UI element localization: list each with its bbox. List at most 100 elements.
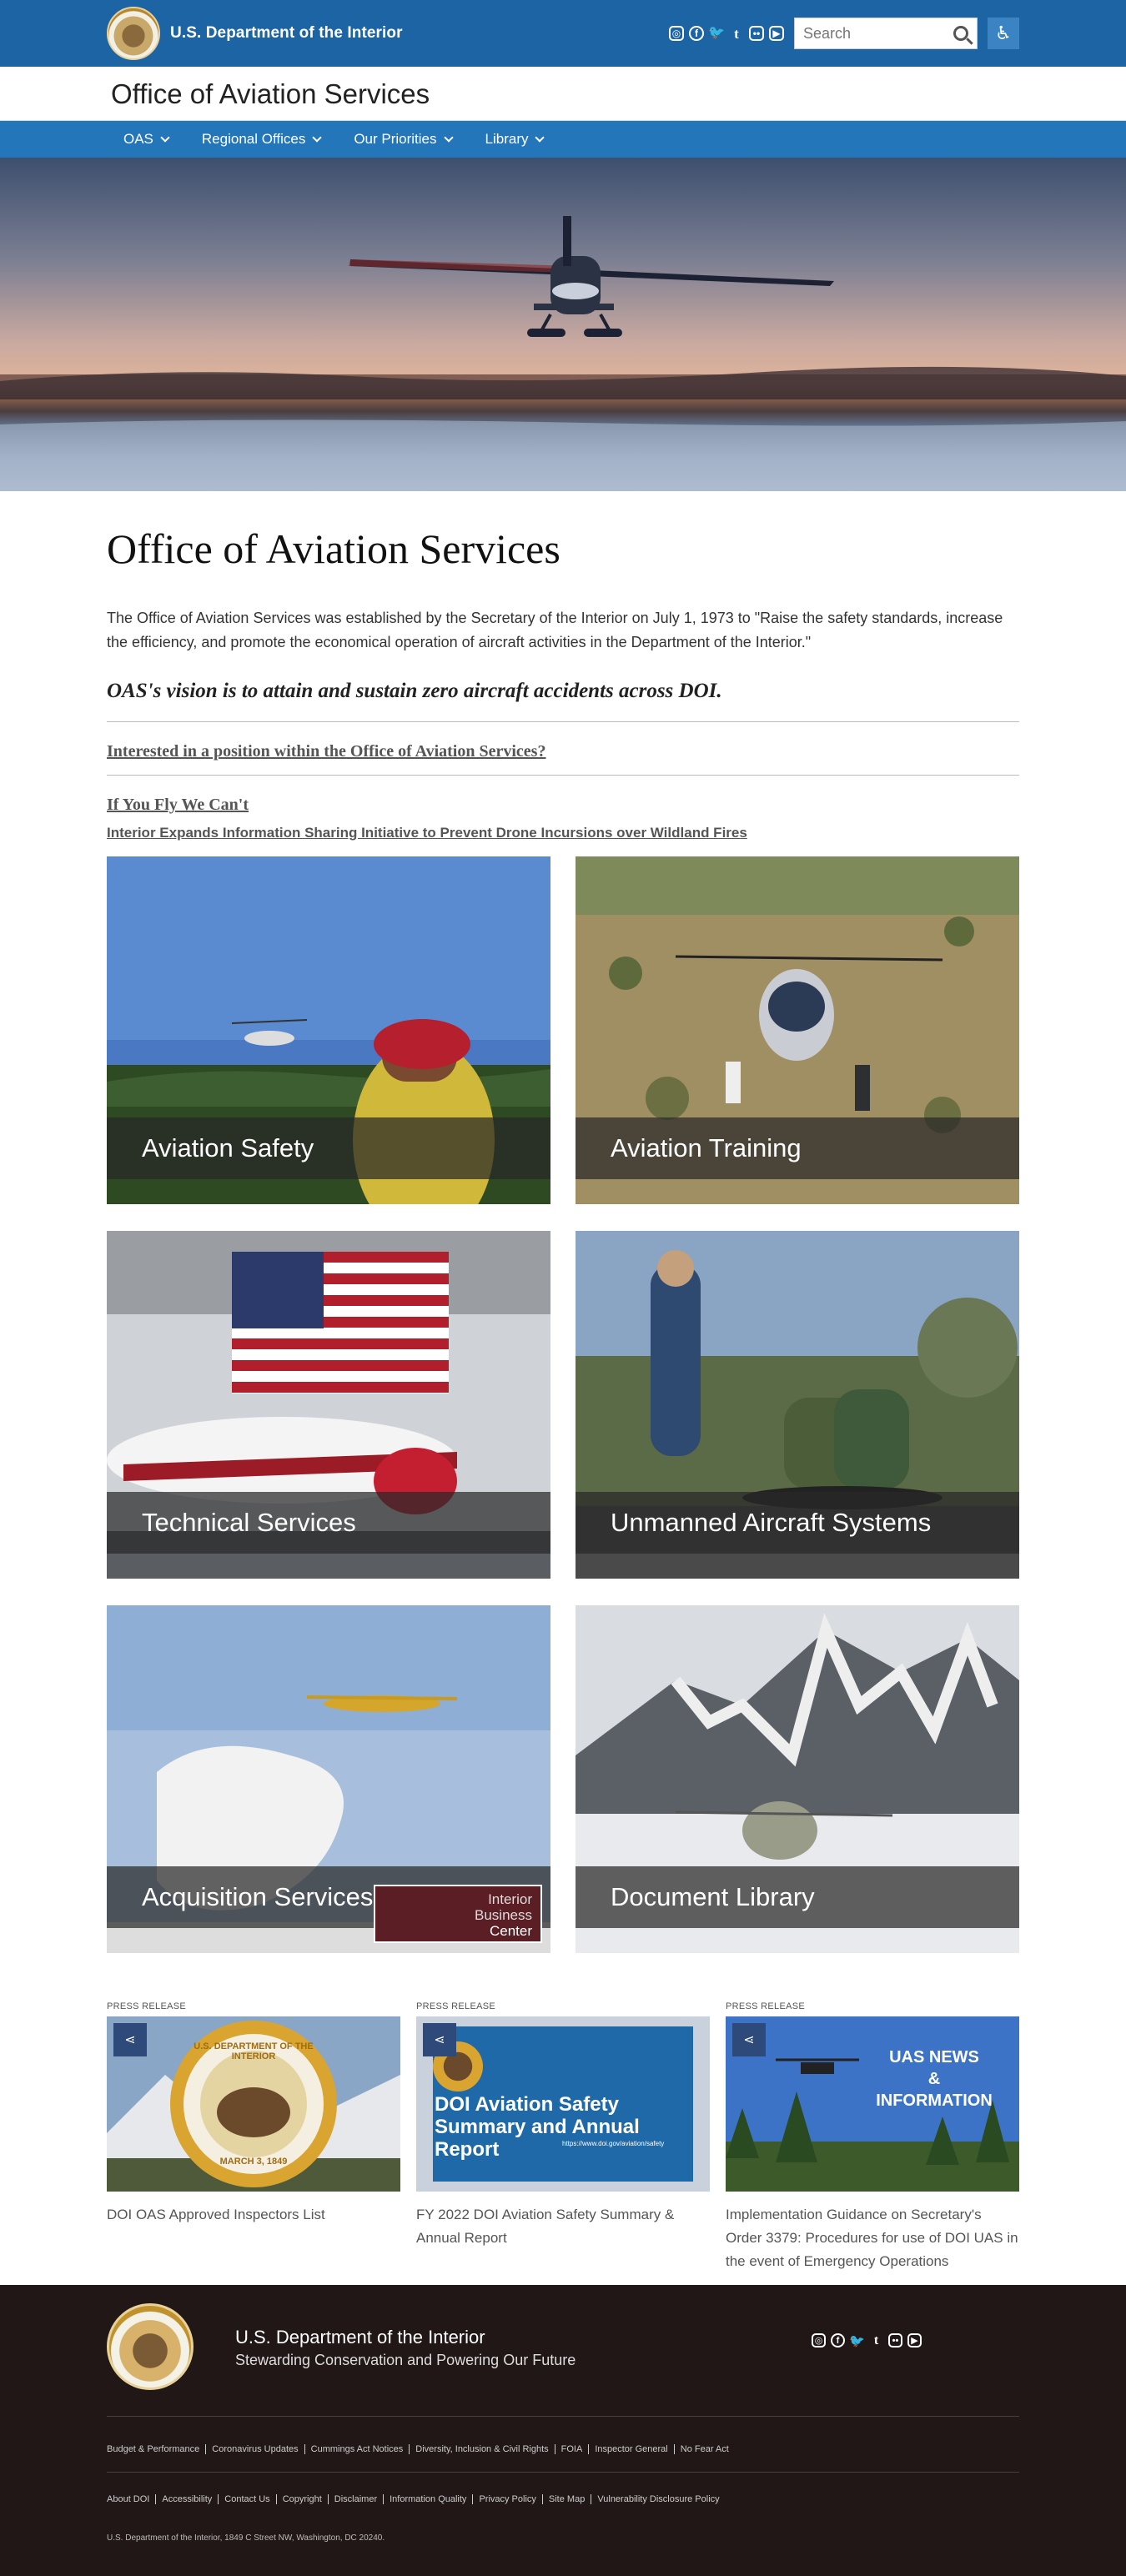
press-image[interactable]: DOI Aviation Safety Summary and Annual R… [416, 2016, 710, 2192]
service-tiles: Aviation Safety Aviation Training Techni… [107, 856, 1019, 1953]
vision-statement: OAS's vision is to attain and sustain ze… [107, 680, 722, 702]
tile-label: Aviation Training [576, 1117, 1019, 1179]
drone-news-link[interactable]: Interior Expands Information Sharing Ini… [107, 825, 1019, 841]
facebook-icon[interactable]: f [831, 2333, 845, 2348]
footer-link[interactable]: Inspector General [589, 2444, 675, 2454]
footer-link[interactable]: Diversity, Inclusion & Civil Rights [410, 2444, 555, 2454]
report-title-line: DOI Aviation Safety [435, 2093, 619, 2116]
intro-paragraph: The Office of Aviation Services was esta… [107, 610, 1003, 650]
share-icon[interactable]: ⋖ [113, 2023, 147, 2056]
main-nav: OAS Regional Offices Our Priorities Libr… [0, 121, 1126, 158]
share-icon[interactable]: ⋖ [423, 2023, 456, 2056]
office-name[interactable]: Office of Aviation Services [107, 67, 1019, 121]
press-title[interactable]: Implementation Guidance on Secretary's O… [726, 2203, 1019, 2273]
footer-link[interactable]: Copyright [277, 2494, 329, 2504]
footer-link[interactable]: Cummings Act Notices [305, 2444, 410, 2454]
footer-link[interactable]: Site Map [543, 2494, 592, 2504]
nav-item-library[interactable]: Library [469, 131, 560, 148]
nav-label: Library [485, 131, 529, 147]
tile-technical-services[interactable]: Technical Services [107, 1231, 550, 1579]
search-icon[interactable] [953, 26, 968, 41]
office-bar: Office of Aviation Services [0, 67, 1126, 121]
flickr-icon[interactable]: •• [749, 26, 764, 41]
footer-link[interactable]: Budget & Performance [107, 2444, 207, 2454]
footer-link[interactable]: Coronavirus Updates [206, 2444, 305, 2454]
doi-seal-logo[interactable] [107, 2303, 194, 2390]
divider [107, 721, 1019, 722]
uas-news-line: INFORMATION [876, 2091, 993, 2110]
tile-label: Technical Services [107, 1492, 550, 1554]
footer-link[interactable]: Privacy Policy [473, 2494, 543, 2504]
tile-acquisition-services[interactable]: Acquisition Services Interior Business C… [107, 1605, 550, 1953]
footer-link[interactable]: Accessibility [156, 2494, 219, 2504]
tumblr-icon[interactable]: t [729, 26, 744, 41]
tile-unmanned-aircraft-systems[interactable]: Unmanned Aircraft Systems [576, 1231, 1019, 1579]
press-kicker: PRESS RELEASE [107, 2001, 186, 2011]
twitter-icon[interactable]: 🐦 [708, 26, 725, 41]
footer-divider [107, 2416, 1019, 2417]
logo-line: Center [489, 1923, 532, 1939]
seal-text: MARCH 3, 1849 [219, 2157, 288, 2167]
nav-item-regional-offices[interactable]: Regional Offices [185, 131, 337, 148]
instagram-icon[interactable]: ◎ [669, 26, 684, 41]
site-footer: U.S. Department of the Interior Stewardi… [0, 2285, 1126, 2576]
page-title: Office of Aviation Services [107, 525, 560, 572]
logo-line: Interior [488, 1891, 532, 1907]
tile-aviation-training[interactable]: Aviation Training [576, 856, 1019, 1204]
footer-social-links: ◎ f 🐦 t •• ▶ [812, 2333, 922, 2348]
footer-link[interactable]: FOIA [555, 2444, 590, 2454]
report-title-line: Summary and Annual [435, 2116, 640, 2138]
press-card[interactable]: PRESS RELEASE UAS NEWS & INFORMATION ⋖ I… [726, 2001, 1019, 2273]
tile-label: Document Library [576, 1866, 1019, 1928]
tile-document-library[interactable]: Document Library [576, 1605, 1019, 1953]
nav-item-oas[interactable]: OAS [107, 131, 185, 148]
press-kicker: PRESS RELEASE [726, 2001, 805, 2011]
press-card[interactable]: PRESS RELEASE U.S. DEPARTMENT OF THE INT… [107, 2001, 400, 2273]
nav-item-our-priorities[interactable]: Our Priorities [337, 131, 468, 148]
hero-image [0, 158, 1126, 491]
instagram-icon[interactable]: ◎ [812, 2333, 826, 2348]
logo-line: Business [475, 1907, 532, 1923]
press-kicker: PRESS RELEASE [416, 2001, 495, 2011]
footer-link[interactable]: Disclaimer [329, 2494, 385, 2504]
footer-divider [107, 2472, 1019, 2473]
tile-aviation-safety[interactable]: Aviation Safety [107, 856, 550, 1204]
nav-label: Our Priorities [354, 131, 437, 147]
footer-link[interactable]: About DOI [107, 2494, 157, 2504]
flickr-icon[interactable]: •• [888, 2333, 902, 2348]
footer-link[interactable]: No Fear Act [675, 2444, 735, 2454]
accessibility-icon[interactable]: ♿ [988, 18, 1019, 49]
report-url: https://www.doi.gov/aviation/safety [562, 2140, 665, 2147]
youtube-icon[interactable]: ▶ [769, 26, 784, 41]
tile-label: Unmanned Aircraft Systems [576, 1492, 1019, 1554]
doi-seal-logo[interactable] [107, 7, 160, 60]
press-title[interactable]: FY 2022 DOI Aviation Safety Summary & An… [416, 2203, 710, 2250]
position-link[interactable]: Interested in a position within the Offi… [107, 742, 545, 761]
uas-news-line: UAS NEWS [889, 2048, 979, 2066]
twitter-icon[interactable]: 🐦 [849, 2333, 865, 2348]
agency-name-link[interactable]: U.S. Department of the Interior [170, 24, 403, 43]
facebook-icon[interactable]: f [689, 26, 704, 41]
footer-tagline: Stewarding Conservation and Powering Our… [235, 2352, 576, 2368]
fly-link[interactable]: If You Fly We Can't [107, 796, 249, 815]
nav-label: OAS [123, 131, 153, 147]
seal-text: U.S. DEPARTMENT OF THE INTERIOR [194, 2041, 314, 2061]
chevron-down-icon [160, 132, 170, 143]
footer-link[interactable]: Contact Us [219, 2494, 277, 2504]
press-card[interactable]: PRESS RELEASE DOI Aviation Safety Summar… [416, 2001, 710, 2273]
divider [107, 775, 1019, 776]
press-image[interactable]: U.S. DEPARTMENT OF THE INTERIOR MARCH 3,… [107, 2016, 400, 2192]
press-image[interactable]: UAS NEWS & INFORMATION ⋖ [726, 2016, 1019, 2192]
tumblr-icon[interactable]: t [869, 2333, 883, 2348]
youtube-icon[interactable]: ▶ [907, 2333, 922, 2348]
floatplane-illustration [0, 216, 1126, 491]
footer-link[interactable]: Information Quality [384, 2494, 474, 2504]
search-input[interactable] [803, 24, 945, 43]
chevron-down-icon [443, 132, 454, 143]
tile-label: Aviation Safety [107, 1117, 550, 1179]
footer-link[interactable]: Vulnerability Disclosure Policy [591, 2494, 725, 2504]
search-box[interactable] [794, 18, 978, 49]
share-icon[interactable]: ⋖ [732, 2023, 766, 2056]
press-title[interactable]: DOI OAS Approved Inspectors List [107, 2203, 400, 2227]
social-links: ◎ f 🐦 t •• ▶ [669, 26, 784, 41]
